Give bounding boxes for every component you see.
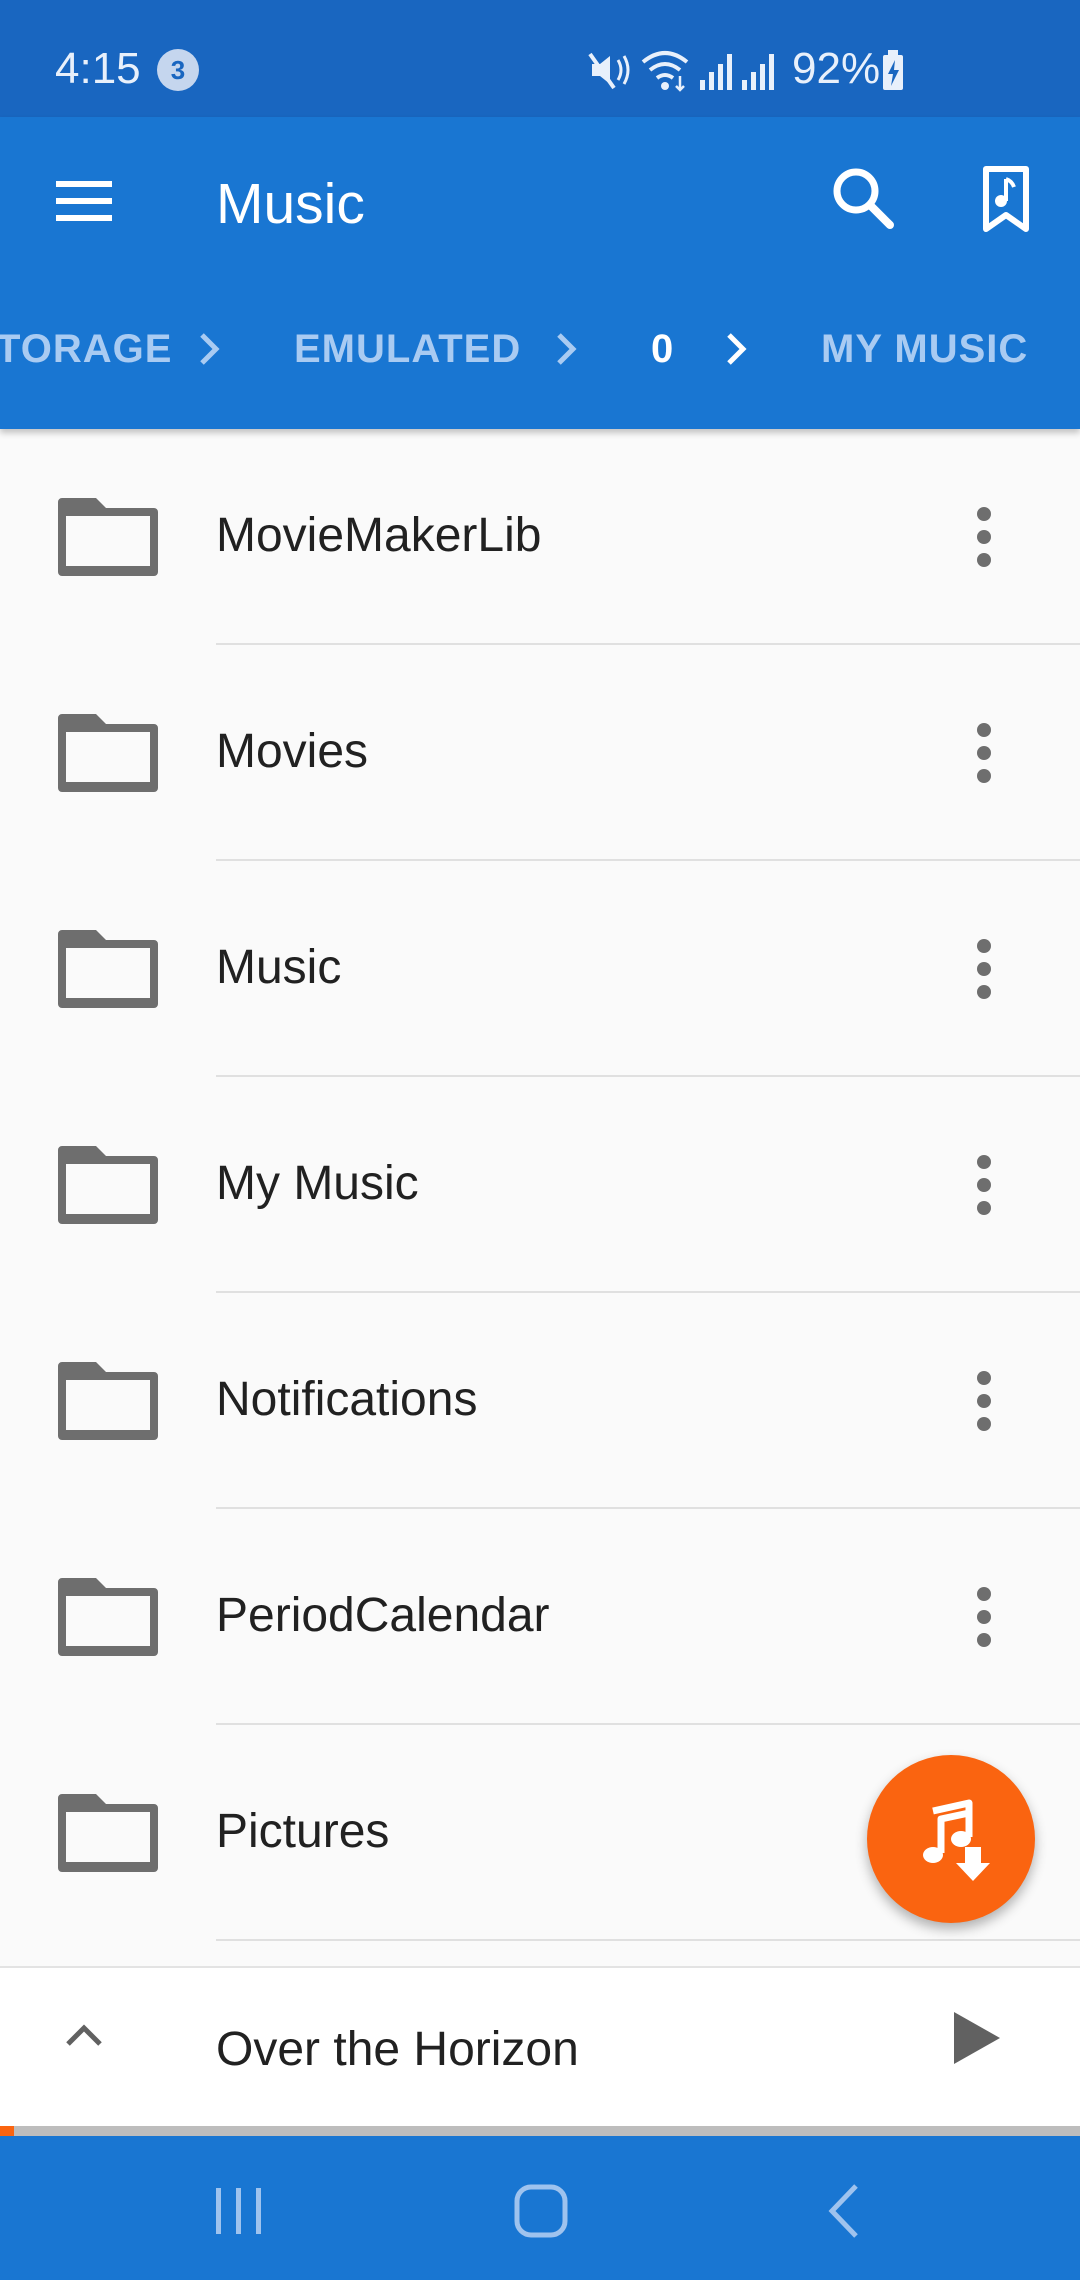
more-vert-icon [977,1155,991,1215]
now-playing-bar[interactable]: Over the Horizon [0,1966,1080,2130]
back-icon [828,2184,858,2238]
play-icon [954,2012,1000,2064]
chevron-right-icon [727,333,747,365]
folder-name: Pictures [216,1805,390,1858]
more-vert-icon [977,1371,991,1431]
folder-icon [58,1146,158,1224]
status-bar: 4:15 3 92% [0,0,1080,117]
notification-count-badge: 3 [157,49,199,91]
signal-icon [700,54,732,90]
chevron-up-icon [66,2024,102,2046]
expand-player-button[interactable] [46,1998,122,2074]
search-icon [833,168,894,229]
system-navigation-bar [0,2136,1080,2280]
status-time: 4:15 [55,44,141,93]
folder-icon [58,1794,158,1872]
chevron-right-icon [557,333,577,365]
more-options-button[interactable] [952,703,1016,803]
more-options-button[interactable] [952,1351,1016,1451]
breadcrumb[interactable]: TORAGE EMULATED 0 MY MUSIC [0,287,1080,407]
music-bookmark-button[interactable] [960,153,1052,245]
chevron-right-icon [200,333,220,365]
more-options-button[interactable] [952,1567,1016,1667]
folder-icon [58,930,158,1008]
music-download-fab[interactable] [867,1755,1035,1923]
back-button[interactable] [800,2166,890,2256]
music-bookmark-icon [983,166,1029,232]
playback-progress-fill [0,2126,15,2136]
page-title: Music [216,172,365,236]
more-vert-icon [977,507,991,567]
wifi-icon [641,51,689,92]
folder-name: My Music [216,1157,419,1210]
folder-name: Movies [216,725,369,778]
recent-apps-icon [216,2188,261,2234]
more-vert-icon [977,723,991,783]
list-item[interactable]: Movies [0,645,1080,861]
folder-name: PeriodCalendar [216,1589,550,1642]
app-bar: Music TORAGE EMULATED 0 MY MUSIC [0,117,1080,429]
home-button[interactable] [496,2166,586,2256]
divider [216,1939,1080,1941]
folder-name: Notifications [216,1373,478,1426]
recent-apps-button[interactable] [194,2166,284,2256]
list-item[interactable]: PeriodCalendar [0,1509,1080,1725]
folder-name: Music [216,941,342,994]
home-icon [514,2184,568,2238]
folder-icon [58,498,158,576]
list-item[interactable]: Music [0,861,1080,1077]
more-vert-icon [977,939,991,999]
battery-charging-icon [883,50,903,90]
folder-icon [58,1578,158,1656]
list-item[interactable]: Notifications [0,1293,1080,1509]
playback-progress-bar[interactable] [0,2126,1080,2136]
breadcrumb-item[interactable]: 0 [651,327,674,371]
more-vert-icon [977,1587,991,1647]
signal-icon [742,54,774,90]
more-options-button[interactable] [952,919,1016,1019]
now-playing-title: Over the Horizon [216,2023,579,2076]
folder-name: MovieMakerLib [216,509,542,562]
music-download-icon [923,1799,990,1881]
menu-icon [56,181,112,221]
list-item[interactable]: MovieMakerLib [0,429,1080,645]
battery-percentage: 92% [792,44,881,93]
more-options-button[interactable] [952,487,1016,587]
more-options-button[interactable] [952,1135,1016,1235]
breadcrumb-item[interactable]: TORAGE [0,327,172,371]
folder-icon [58,1362,158,1440]
search-button[interactable] [818,153,910,245]
folder-icon [58,714,158,792]
breadcrumb-item[interactable]: MY MUSIC [821,327,1028,371]
menu-button[interactable] [40,157,128,245]
mute-vibrate-icon [588,52,630,90]
play-button[interactable] [940,1998,1016,2078]
list-item[interactable]: My Music [0,1077,1080,1293]
breadcrumb-item[interactable]: EMULATED [294,327,521,371]
